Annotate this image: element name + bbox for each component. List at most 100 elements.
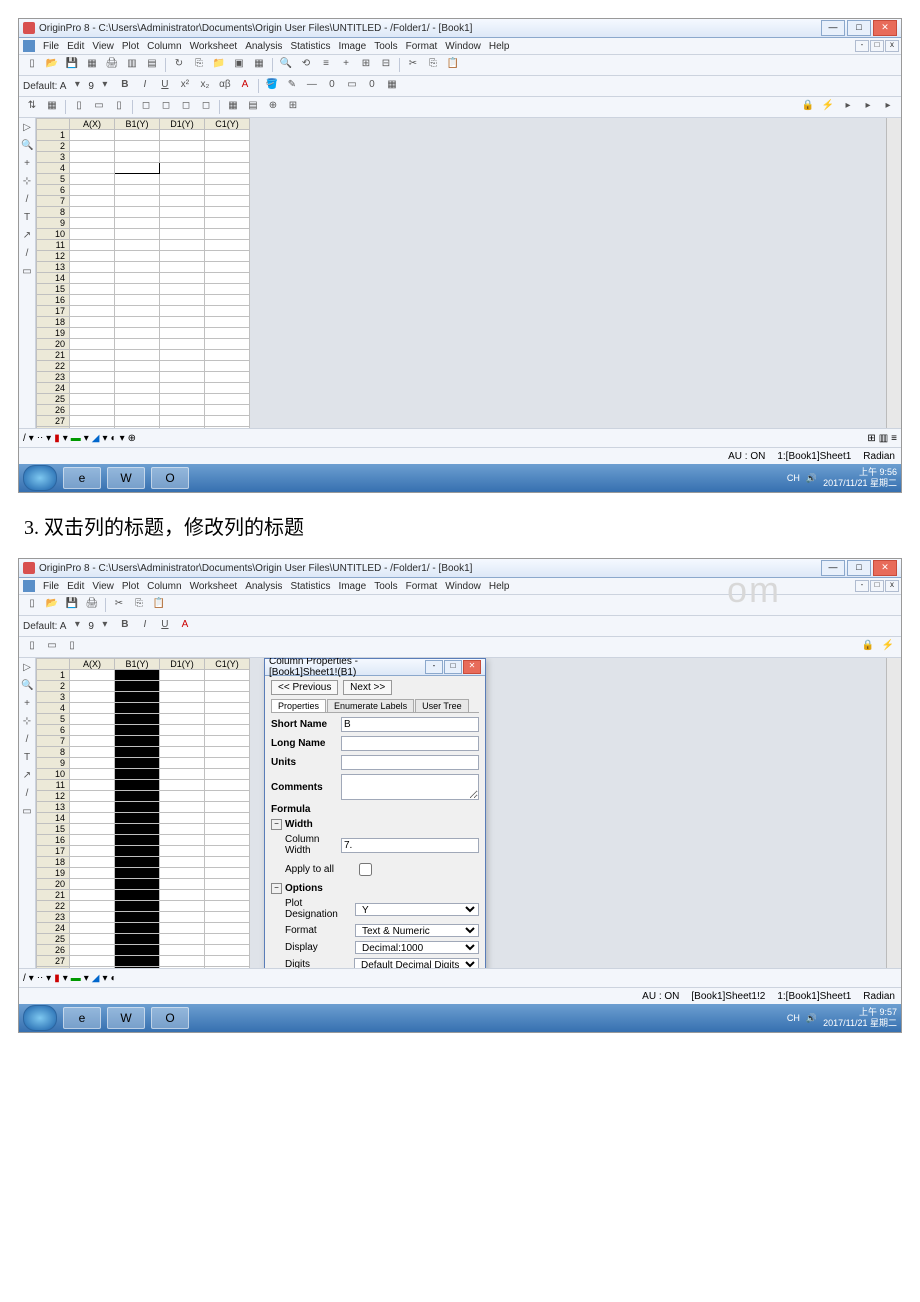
cell[interactable]	[70, 736, 115, 747]
column-icon[interactable]: ▬	[71, 433, 81, 444]
rect-icon[interactable]: ▭	[21, 266, 33, 278]
pointer-icon[interactable]: ▷	[21, 122, 33, 134]
sort-icon[interactable]: ⇅	[23, 98, 41, 116]
cell[interactable]	[115, 967, 160, 969]
lock-icon[interactable]: 🔒	[859, 638, 877, 656]
row-header[interactable]: 27	[37, 416, 70, 427]
menu-window[interactable]: Window	[445, 41, 481, 52]
cell[interactable]	[205, 934, 250, 945]
extract-icon[interactable]: ⊟	[377, 56, 395, 74]
new-folder-icon[interactable]: 📁	[210, 56, 228, 74]
cell[interactable]	[205, 868, 250, 879]
task-ie[interactable]: e	[63, 1007, 101, 1029]
cell[interactable]	[160, 780, 205, 791]
maximize-button[interactable]: □	[847, 20, 871, 36]
dialog-minimize[interactable]: -	[425, 660, 443, 674]
cell[interactable]	[205, 945, 250, 956]
cell[interactable]	[205, 758, 250, 769]
task-origin[interactable]: O	[151, 467, 189, 489]
cell[interactable]	[115, 372, 160, 383]
menu-tools[interactable]: Tools	[374, 581, 397, 592]
cell[interactable]	[70, 758, 115, 769]
cell[interactable]	[115, 813, 160, 824]
cell[interactable]	[205, 769, 250, 780]
menu-image[interactable]: Image	[338, 41, 366, 52]
template-icon[interactable]: ▦	[83, 56, 101, 74]
row-header[interactable]: 13	[37, 802, 70, 813]
column-header[interactable]: C1(Y)	[205, 659, 250, 670]
superscript-icon[interactable]: x²	[176, 77, 194, 95]
cell[interactable]	[205, 273, 250, 284]
cell[interactable]	[70, 174, 115, 185]
cell[interactable]	[205, 747, 250, 758]
new-icon[interactable]: ▯	[23, 56, 41, 74]
cell[interactable]	[160, 879, 205, 890]
task-word[interactable]: W	[107, 1007, 145, 1029]
cell[interactable]	[205, 703, 250, 714]
cell[interactable]	[160, 846, 205, 857]
cell[interactable]	[70, 284, 115, 295]
row-header[interactable]: 8	[37, 207, 70, 218]
display-select[interactable]: Decimal:1000	[355, 941, 479, 954]
row-header[interactable]: 4	[37, 163, 70, 174]
cell[interactable]	[160, 681, 205, 692]
row-header[interactable]: 3	[37, 152, 70, 163]
cell[interactable]	[115, 284, 160, 295]
cell[interactable]	[205, 295, 250, 306]
cell[interactable]	[115, 306, 160, 317]
cell[interactable]	[70, 273, 115, 284]
cell[interactable]	[70, 295, 115, 306]
close-button[interactable]: ✕	[873, 20, 897, 36]
cell[interactable]	[160, 956, 205, 967]
cell[interactable]	[115, 185, 160, 196]
cell[interactable]	[115, 692, 160, 703]
digits-select[interactable]: Default Decimal Digits	[354, 958, 479, 968]
cell[interactable]	[70, 835, 115, 846]
cell[interactable]	[115, 339, 160, 350]
font-size[interactable]: 9	[88, 621, 94, 632]
cell[interactable]	[115, 207, 160, 218]
tray-sound-icon[interactable]: 🔊	[806, 1013, 817, 1024]
cell[interactable]	[160, 251, 205, 262]
cell[interactable]	[160, 769, 205, 780]
menu-file[interactable]: File	[43, 581, 59, 592]
menu-plot[interactable]: Plot	[122, 581, 139, 592]
start-button[interactable]	[23, 1005, 57, 1031]
cell[interactable]	[115, 857, 160, 868]
tab-enumerate[interactable]: Enumerate Labels	[327, 699, 414, 712]
mask-icon[interactable]: ▦	[43, 98, 61, 116]
cell[interactable]	[205, 956, 250, 967]
cell[interactable]	[115, 747, 160, 758]
cell[interactable]	[115, 405, 160, 416]
cell[interactable]	[160, 130, 205, 141]
cell[interactable]	[205, 229, 250, 240]
cell[interactable]	[205, 692, 250, 703]
sub-minimize[interactable]: -	[855, 580, 869, 592]
cell[interactable]	[115, 725, 160, 736]
row-header[interactable]: 17	[37, 846, 70, 857]
cell[interactable]	[160, 714, 205, 725]
collapse-icon[interactable]: −	[271, 883, 282, 894]
cell[interactable]	[70, 890, 115, 901]
cell[interactable]	[70, 262, 115, 273]
cell[interactable]	[70, 383, 115, 394]
row-header[interactable]: 3	[37, 692, 70, 703]
menu-format[interactable]: Format	[406, 41, 438, 52]
copy-icon[interactable]: ⎘	[424, 56, 442, 74]
cell[interactable]	[70, 240, 115, 251]
column-header[interactable]: D1(Y)	[160, 659, 205, 670]
row-header[interactable]: 7	[37, 736, 70, 747]
cell[interactable]	[115, 923, 160, 934]
cell[interactable]	[115, 879, 160, 890]
cell[interactable]	[70, 185, 115, 196]
cell[interactable]	[70, 780, 115, 791]
cell[interactable]	[160, 306, 205, 317]
menu-window[interactable]: Window	[445, 581, 481, 592]
import-icon[interactable]: ▥	[123, 56, 141, 74]
menu-help[interactable]: Help	[489, 581, 510, 592]
cell[interactable]	[205, 967, 250, 969]
cell[interactable]	[115, 350, 160, 361]
cell[interactable]	[205, 339, 250, 350]
recalc-icon[interactable]: ⚡	[879, 638, 897, 656]
pointer-icon[interactable]: ▷	[21, 662, 33, 674]
